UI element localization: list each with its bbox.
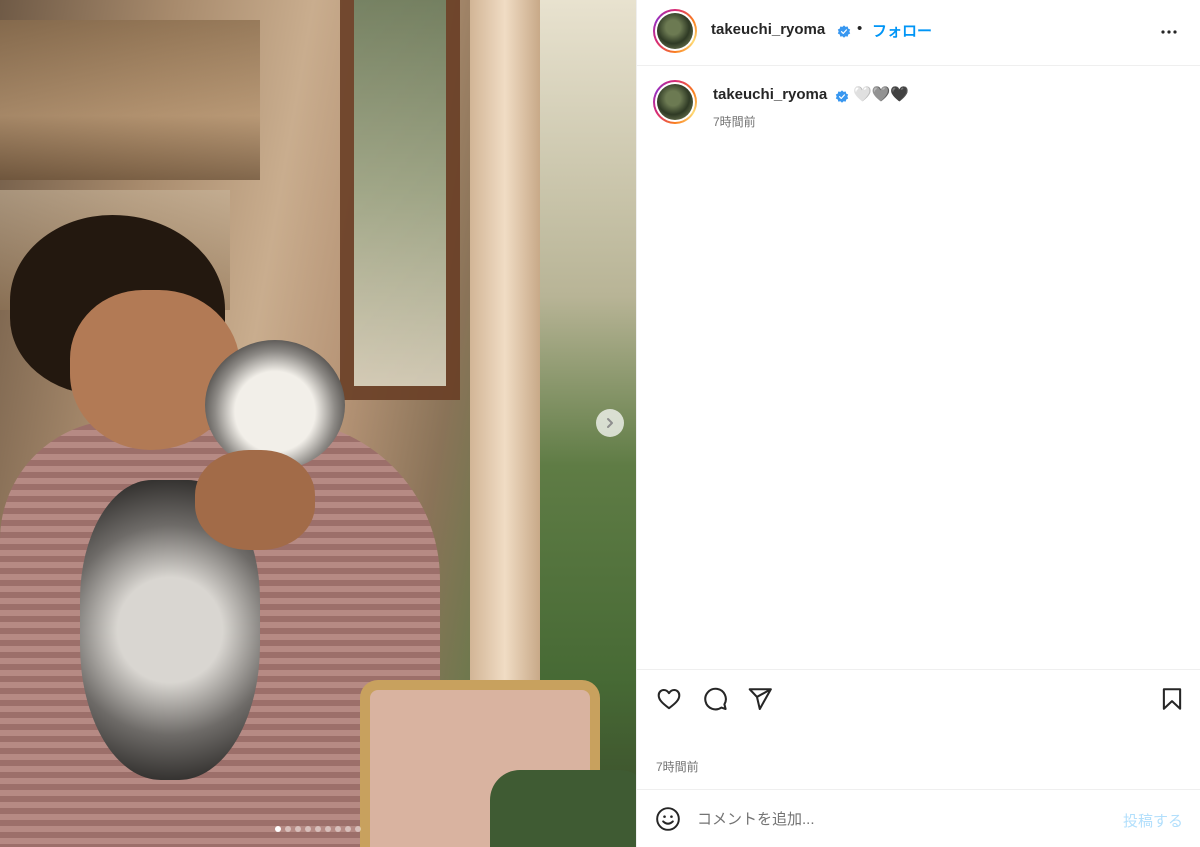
share-button[interactable] bbox=[747, 686, 773, 717]
action-bar: 7時間前 bbox=[637, 669, 1200, 789]
post-timestamp[interactable]: 7時間前 bbox=[656, 758, 699, 775]
chevron-right-icon bbox=[607, 418, 613, 428]
post-media[interactable] bbox=[0, 0, 636, 847]
header-username[interactable]: takeuchi_ryoma bbox=[711, 21, 825, 38]
emoji-icon bbox=[656, 807, 680, 831]
emoji-button[interactable] bbox=[655, 806, 681, 837]
bookmark-icon bbox=[1162, 688, 1182, 710]
comment-input[interactable] bbox=[697, 804, 1097, 834]
background-window bbox=[340, 0, 460, 400]
dog-head bbox=[205, 340, 345, 470]
background-shelf bbox=[0, 20, 260, 180]
verified-badge bbox=[837, 23, 851, 41]
more-horizontal-icon bbox=[1161, 30, 1177, 34]
send-icon bbox=[748, 688, 772, 710]
carousel-dot bbox=[315, 826, 321, 832]
comment-icon bbox=[704, 687, 727, 711]
caption-avatar[interactable] bbox=[653, 80, 697, 124]
carousel-dot bbox=[275, 826, 281, 832]
heart-icon bbox=[657, 688, 681, 710]
carousel-dot bbox=[355, 826, 361, 832]
avatar-image bbox=[657, 13, 693, 49]
verified-icon bbox=[835, 90, 849, 103]
caption-username[interactable]: takeuchi_ryoma bbox=[713, 86, 827, 103]
caption-verified-badge bbox=[835, 88, 849, 106]
caption-timestamp[interactable]: 7時間前 bbox=[713, 113, 756, 130]
green-chair bbox=[490, 770, 636, 847]
header-separator: • bbox=[857, 20, 863, 37]
save-button[interactable] bbox=[1159, 686, 1185, 717]
like-button[interactable] bbox=[656, 686, 682, 717]
carousel-dot bbox=[335, 826, 341, 832]
follow-button[interactable]: フォロー bbox=[872, 20, 932, 41]
post-details-panel: takeuchi_ryoma • フォロー takeuchi_ryoma 🤍🩶🖤 bbox=[636, 0, 1200, 847]
verified-icon bbox=[837, 25, 851, 38]
carousel-next-button[interactable] bbox=[596, 409, 624, 437]
comment-button[interactable] bbox=[702, 686, 728, 717]
carousel-dot bbox=[295, 826, 301, 832]
carousel-dot bbox=[305, 826, 311, 832]
post-header: takeuchi_ryoma • フォロー bbox=[637, 0, 1200, 66]
caption-text: 🤍🩶🖤 bbox=[853, 86, 910, 103]
carousel-dot bbox=[345, 826, 351, 832]
post-comment-button[interactable]: 投稿する bbox=[1123, 810, 1183, 831]
carousel-indicator bbox=[0, 826, 636, 832]
carousel-dot bbox=[285, 826, 291, 832]
carousel-dot bbox=[325, 826, 331, 832]
caption-avatar-image bbox=[657, 84, 693, 120]
more-options-button[interactable] bbox=[1157, 20, 1181, 49]
avatar[interactable] bbox=[653, 9, 697, 53]
comment-bar: 投稿する bbox=[637, 789, 1200, 847]
person-hand bbox=[195, 450, 315, 550]
